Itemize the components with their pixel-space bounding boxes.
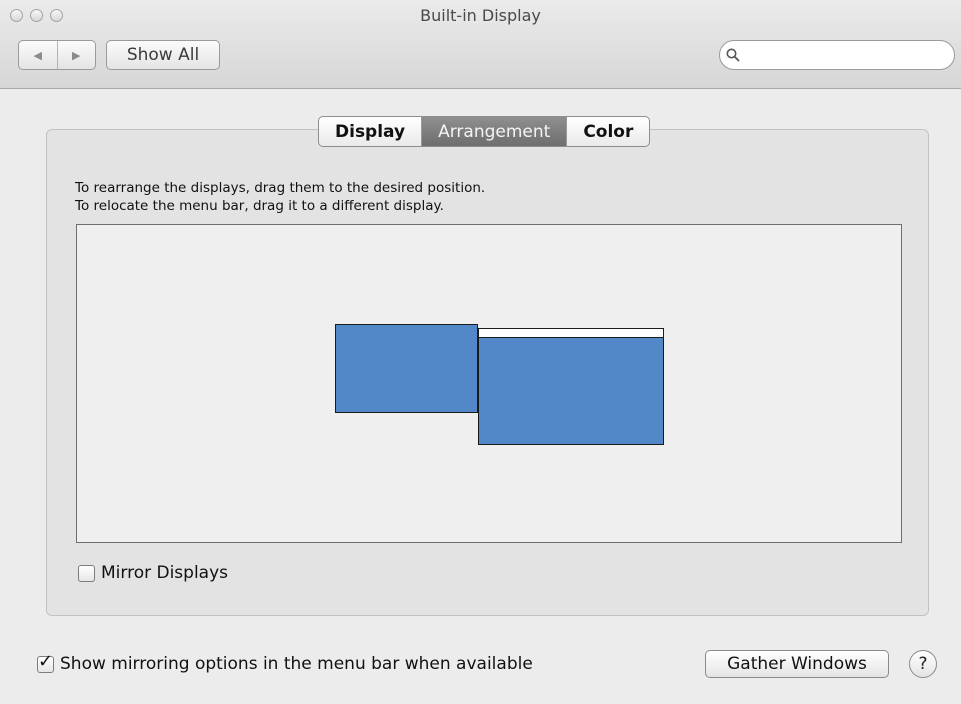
search-input[interactable] xyxy=(746,43,954,67)
mirror-displays-checkbox[interactable] xyxy=(78,564,95,582)
forward-arrow-icon: ▶ xyxy=(72,48,81,62)
menu-bar-handle[interactable] xyxy=(478,328,664,338)
back-arrow-icon: ◀ xyxy=(33,48,42,62)
back-button[interactable]: ◀ xyxy=(19,41,57,69)
show-all-button[interactable]: Show All xyxy=(106,40,220,70)
built-in-display[interactable] xyxy=(478,328,664,445)
mirror-displays-option[interactable]: Mirror Displays xyxy=(78,563,228,583)
show-mirroring-label: Show mirroring options in the menu bar w… xyxy=(60,654,533,674)
help-icon: ? xyxy=(918,654,928,674)
navigation-buttons: ◀ ▶ xyxy=(18,40,96,70)
search-field[interactable] xyxy=(719,40,955,70)
search-icon xyxy=(720,43,746,67)
show-mirroring-option[interactable]: ✓ Show mirroring options in the menu bar… xyxy=(37,650,533,674)
tab-arrangement[interactable]: Arrangement xyxy=(421,117,567,146)
window-titlebar: Built-in Display ◀ ▶ Show All xyxy=(0,0,961,89)
instruction-line-2: To relocate the menu bar, drag it to a d… xyxy=(75,198,444,214)
tab-display[interactable]: Display xyxy=(319,117,421,146)
forward-button[interactable]: ▶ xyxy=(56,41,96,69)
tab-color[interactable]: Color xyxy=(566,117,649,146)
arrangement-instructions: To rearrange the displays, drag them to … xyxy=(75,179,485,215)
gather-windows-button[interactable]: Gather Windows xyxy=(705,650,889,678)
checkmark-icon: ✓ xyxy=(38,650,54,672)
display-arrangement-area xyxy=(76,224,902,543)
instruction-line-1: To rearrange the displays, drag them to … xyxy=(75,180,486,196)
secondary-display[interactable] xyxy=(335,324,478,413)
show-mirroring-checkbox[interactable]: ✓ xyxy=(37,650,54,673)
window-title: Built-in Display xyxy=(420,6,541,25)
help-button[interactable]: ? xyxy=(909,650,937,678)
mirror-displays-label: Mirror Displays xyxy=(101,563,229,583)
tab-bar: Display Arrangement Color xyxy=(318,116,651,147)
